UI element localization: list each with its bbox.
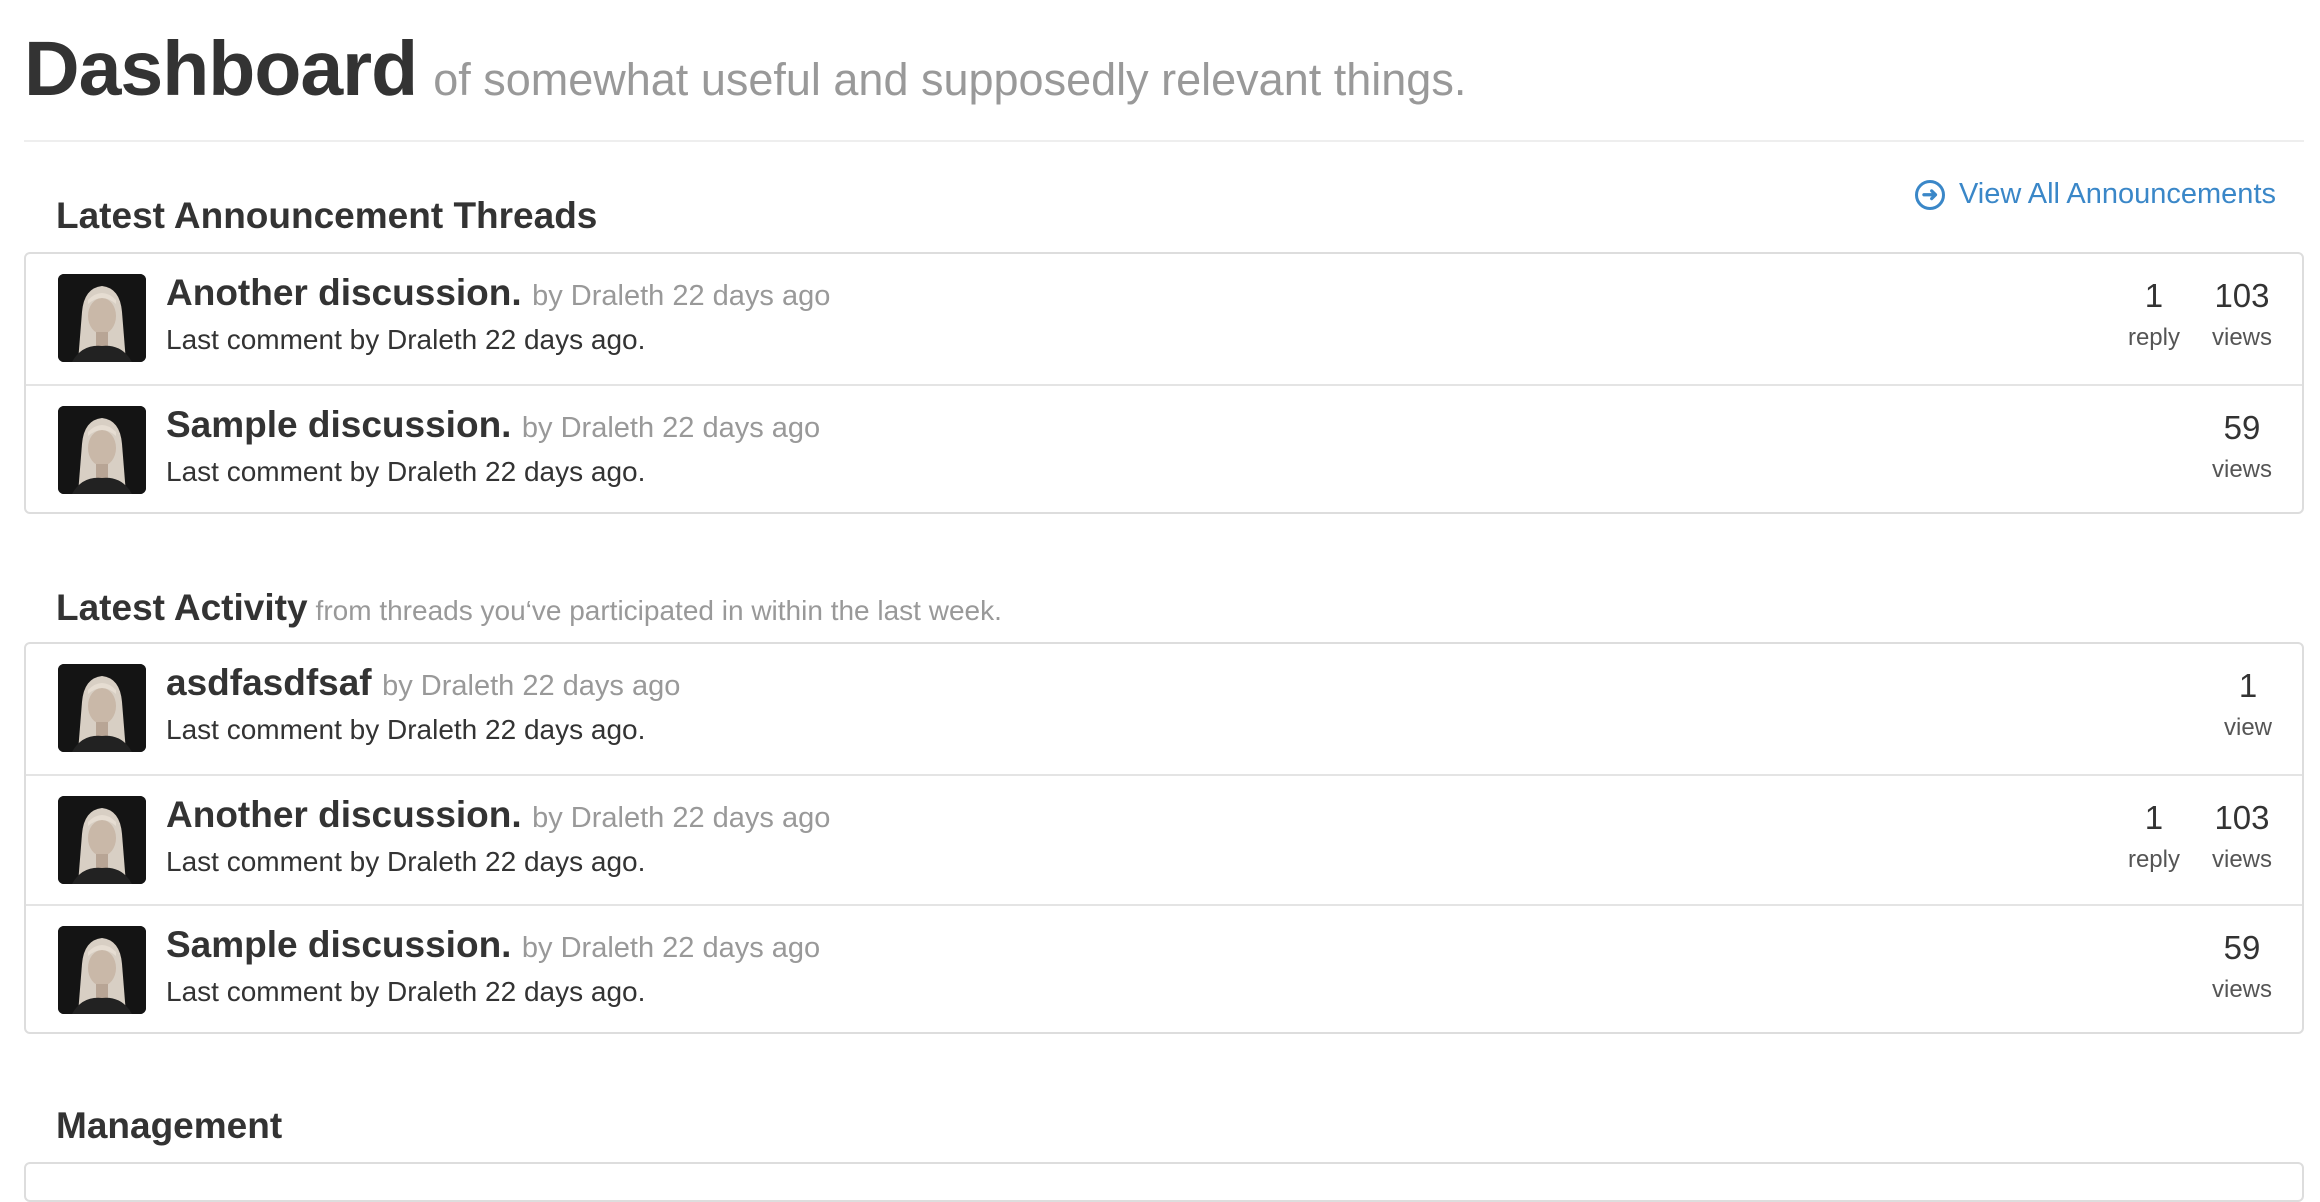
page-subtitle: of somewhat useful and supposedly releva… <box>433 54 1467 105</box>
thread-byline: by Draleth 22 days ago <box>532 280 831 312</box>
table-row[interactable]: asdfasdfsaf by Draleth 22 days ago Last … <box>26 644 2302 774</box>
activity-subtitle: from threads you‘ve participated in with… <box>315 595 1002 626</box>
table-row[interactable]: Another discussion. by Draleth 22 days a… <box>26 254 2302 384</box>
thread-byline: by Draleth 22 days ago <box>532 802 831 834</box>
table-row[interactable]: Sample discussion. by Draleth 22 days ag… <box>26 384 2302 514</box>
thread-title[interactable]: Sample discussion. <box>166 924 511 965</box>
view-count-label: views <box>2211 456 2272 483</box>
page-title: Dashboard <box>24 26 418 112</box>
last-comment: Last comment by Draleth 22 days ago. <box>166 456 646 487</box>
view-count-value: 103 <box>2214 799 2270 836</box>
reply-count-value: 1 <box>2144 799 2164 836</box>
view-count-label: view <box>2223 714 2272 741</box>
table-row[interactable]: Sample discussion. by Draleth 22 days ag… <box>26 904 2302 1034</box>
thread-title[interactable]: Another discussion. <box>166 272 522 313</box>
view-count-value: 59 <box>2223 409 2261 446</box>
activity-header: Latest Activity from threads you‘ve parti… <box>56 578 2276 638</box>
thread-title[interactable]: Sample discussion. <box>166 404 511 445</box>
announcements-header: Latest Announcement Threads ➜ View All A… <box>56 178 2276 246</box>
table-row[interactable]: Another discussion. by Draleth 22 days a… <box>26 774 2302 904</box>
reply-count: 1 reply <box>2128 796 2180 880</box>
reply-count: 1 reply <box>2128 274 2180 358</box>
view-all-announcements-label: View All Announcements <box>1958 178 2276 210</box>
activity-title: Latest Activity <box>56 587 308 628</box>
view-count: 59 views <box>2212 406 2272 490</box>
avatar[interactable] <box>58 406 146 494</box>
avatar[interactable] <box>58 926 146 1014</box>
view-count-value: 1 <box>2238 667 2258 704</box>
view-count: 103 views <box>2212 274 2272 358</box>
reply-count-label: reply <box>2127 324 2180 351</box>
thread-byline: by Draleth 22 days ago <box>521 412 821 444</box>
last-comment: Last comment by Draleth 22 days ago. <box>166 714 646 745</box>
view-count-label: views <box>2211 846 2272 873</box>
management-title: Management <box>56 1105 283 1146</box>
arrow-right-circle-icon: ➜ <box>1914 179 1945 210</box>
management-panel <box>24 1162 2304 1202</box>
thread-byline: by Draleth 22 days ago <box>382 670 681 702</box>
view-count-label: views <box>2211 976 2272 1003</box>
view-count: 59 views <box>2212 926 2272 1010</box>
avatar[interactable] <box>58 274 146 362</box>
last-comment: Last comment by Draleth 22 days ago. <box>166 976 646 1007</box>
last-comment: Last comment by Draleth 22 days ago. <box>166 324 646 355</box>
thread-title[interactable]: asdfasdfsaf <box>166 662 372 703</box>
view-count-value: 59 <box>2223 929 2261 966</box>
announcements-title: Latest Announcement Threads <box>56 195 598 236</box>
view-count-label: views <box>2211 324 2272 351</box>
view-count: 1 view <box>2224 664 2272 748</box>
reply-count-label: reply <box>2127 846 2180 873</box>
view-all-announcements-link[interactable]: ➜ View All Announcements <box>1914 178 2276 211</box>
view-count: 103 views <box>2212 796 2272 880</box>
reply-count-value: 1 <box>2144 277 2164 314</box>
announcements-list: Another discussion. by Draleth 22 days a… <box>24 252 2304 514</box>
management-header: Management <box>56 1096 2276 1156</box>
page-header: Dashboard of somewhat useful and supposed… <box>24 22 2304 142</box>
last-comment: Last comment by Draleth 22 days ago. <box>166 846 646 877</box>
avatar[interactable] <box>58 664 146 752</box>
avatar[interactable] <box>58 796 146 884</box>
thread-title[interactable]: Another discussion. <box>166 794 522 835</box>
view-count-value: 103 <box>2214 277 2270 314</box>
activity-list: asdfasdfsaf by Draleth 22 days ago Last … <box>24 642 2304 1034</box>
thread-byline: by Draleth 22 days ago <box>521 932 821 964</box>
